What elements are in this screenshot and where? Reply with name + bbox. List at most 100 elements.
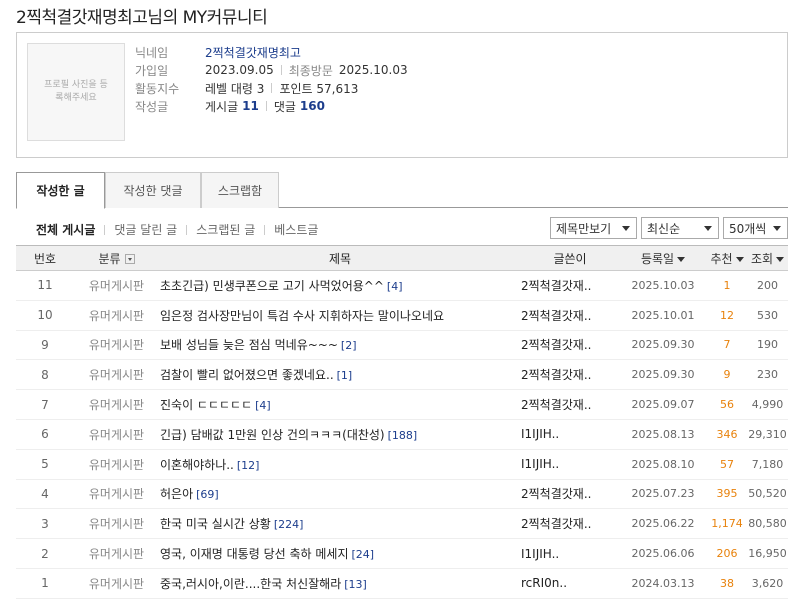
row-number: 2 <box>41 546 49 561</box>
table-row[interactable]: 9 유머게시판 보배 성님들 늦은 점심 먹네유~~~ [2] 2찍척결갓재.. 2025… <box>16 331 788 361</box>
per-page-select[interactable]: 50개씩 <box>723 217 788 239</box>
row-author[interactable]: 2찍척결갓재.. <box>521 515 619 532</box>
view-mode-select[interactable]: 제목만보기 <box>550 217 637 239</box>
post-title-link[interactable]: 진숙이 ㄷㄷㄷㄷㄷ <box>160 398 252 412</box>
row-author[interactable]: 2찍척결갓재.. <box>521 307 619 324</box>
row-author[interactable]: 2찍척결갓재.. <box>521 396 619 413</box>
row-title-cell: 임은정 검사장만님이 특검 수사 지휘하자는 말이나오네요 <box>159 307 521 324</box>
table-row[interactable]: 7 유머게시판 진숙이 ㄷㄷㄷㄷㄷ [4] 2찍척결갓재.. 2025.09.07 56 4,… <box>16 390 788 420</box>
row-title-cell: 진숙이 ㄷㄷㄷㄷㄷ [4] <box>159 396 521 413</box>
table-row[interactable]: 3 유머게시판 한국 미국 실시간 상황 [224] 2찍척결갓재.. 2025.06.2… <box>16 509 788 540</box>
tab-written-comments[interactable]: 작성한 댓글 <box>105 172 201 208</box>
header-recommend-label: 추천 <box>710 251 733 266</box>
comment-count[interactable]: [4] <box>387 280 403 293</box>
row-recommend-count: 7 <box>723 338 731 352</box>
comment-count[interactable]: [12] <box>237 459 260 472</box>
row-recommend-count: 1 <box>723 278 731 292</box>
row-category[interactable]: 유머게시판 <box>74 575 159 592</box>
filter-best-posts[interactable]: 베스트글 <box>274 221 318 238</box>
profile-row-joined: 가입일 2023.09.05 최종방문 2025.10.03 <box>135 61 408 79</box>
row-title-cell: 영국, 이재명 대통령 당선 축하 메세지 [24] <box>159 545 521 562</box>
row-date: 2025.09.07 <box>631 398 695 412</box>
joined-label: 가입일 <box>135 63 169 78</box>
table-row[interactable]: 1 유머게시판 중국,러시아,이란....한국 처신잘해라 [13] rcRI0n.. 2… <box>16 569 788 599</box>
chevron-down-icon <box>704 226 712 231</box>
row-recommend-count: 395 <box>716 487 738 501</box>
row-category[interactable]: 유머게시판 <box>74 277 159 294</box>
comment-count[interactable]: [188] <box>388 429 418 442</box>
sort-order-select[interactable]: 최신순 <box>641 217 719 239</box>
row-author[interactable]: I1IJIH.. <box>521 457 619 471</box>
row-title-cell: 이혼해야하나.. [12] <box>159 456 521 473</box>
profile-row-written: 작성글 게시글 11 댓글 160 <box>135 97 408 115</box>
row-category[interactable]: 유머게시판 <box>74 545 159 562</box>
filter-scrapped-posts[interactable]: 스크랩된 글 <box>196 221 255 238</box>
comment-count[interactable]: [69] <box>196 488 219 501</box>
row-category[interactable]: 유머게시판 <box>74 485 159 502</box>
nickname-label: 닉네임 <box>135 45 169 60</box>
row-category[interactable]: 유머게시판 <box>74 456 159 473</box>
comment-count[interactable]: [24] <box>352 548 375 561</box>
row-category[interactable]: 유머게시판 <box>74 396 159 413</box>
table-row[interactable]: 11 유머게시판 초초긴급) 민생쿠폰으로 고기 사먹었어용^^ [4] 2찍척결갓재.… <box>16 271 788 301</box>
table-row[interactable]: 8 유머게시판 검찰이 빨리 없어졌으면 좋겠네요.. [1] 2찍척결갓재.. 2025… <box>16 360 788 391</box>
post-title-link[interactable]: 영국, 이재명 대통령 당선 축하 메세지 <box>160 547 349 561</box>
row-author[interactable]: 2찍척결갓재.. <box>521 277 619 294</box>
row-author[interactable]: I1IJIH.. <box>521 547 619 561</box>
table-row[interactable]: 2 유머게시판 영국, 이재명 대통령 당선 축하 메세지 [24] I1IJIH.. 2… <box>16 539 788 569</box>
row-author[interactable]: rcRI0n.. <box>521 576 619 590</box>
row-recommend-count: 206 <box>716 547 738 561</box>
row-author[interactable]: 2찍척결갓재.. <box>521 366 619 383</box>
comment-count[interactable]: [224] <box>274 518 304 531</box>
row-date: 2025.08.10 <box>631 457 695 471</box>
header-category[interactable]: 분류 <box>74 250 159 267</box>
row-title-cell: 긴급) 담배값 1만원 인상 건의ㅋㅋㅋ(대찬성) [188] <box>159 426 521 443</box>
activity-label: 활동지수 <box>135 81 180 96</box>
post-title-link[interactable]: 검찰이 빨리 없어졌으면 좋겠네요.. <box>160 368 334 382</box>
comment-count[interactable]: [2] <box>341 339 357 352</box>
row-category[interactable]: 유머게시판 <box>74 515 159 532</box>
post-title-link[interactable]: 초초긴급) 민생쿠폰으로 고기 사먹었어용^^ <box>160 279 384 293</box>
level-value: 레벨 대령 3 <box>205 81 265 96</box>
row-category[interactable]: 유머게시판 <box>74 336 159 353</box>
comment-count[interactable]: [13] <box>344 578 367 591</box>
nickname-value[interactable]: 2찍척결갓재명최고 <box>205 44 301 61</box>
row-category[interactable]: 유머게시판 <box>74 366 159 383</box>
row-number: 7 <box>41 397 49 412</box>
row-author[interactable]: 2찍척결갓재.. <box>521 485 619 502</box>
post-title-link[interactable]: 이혼해야하나.. <box>160 458 234 472</box>
divider <box>186 224 188 235</box>
header-date[interactable]: 등록일 <box>619 250 707 267</box>
post-title-link[interactable]: 임은정 검사장만님이 특검 수사 지휘하자는 말이나오네요 <box>160 309 444 323</box>
row-category[interactable]: 유머게시판 <box>74 426 159 443</box>
row-category[interactable]: 유머게시판 <box>74 307 159 324</box>
table-row[interactable]: 4 유머게시판 허은아 [69] 2찍척결갓재.. 2025.07.23 395 50,520 <box>16 480 788 510</box>
tab-scraps[interactable]: 스크랩함 <box>201 172 279 208</box>
table-row[interactable]: 10 유머게시판 임은정 검사장만님이 특검 수사 지휘하자는 말이나오네요 2찍척결… <box>16 301 788 331</box>
header-views[interactable]: 조회 <box>747 250 788 267</box>
row-view-count: 29,310 <box>748 427 787 441</box>
post-title-link[interactable]: 허은아 <box>160 487 193 501</box>
post-title-link[interactable]: 한국 미국 실시간 상황 <box>160 517 271 531</box>
filter-commented-posts[interactable]: 댓글 달린 글 <box>114 221 177 238</box>
table-row[interactable]: 5 유머게시판 이혼해야하나.. [12] I1IJIH.. 2025.08.10 57 7,… <box>16 450 788 480</box>
chevron-down-icon <box>622 226 630 231</box>
divider <box>280 65 282 75</box>
sort-down-icon <box>735 256 744 262</box>
post-title-link[interactable]: 보배 성님들 늦은 점심 먹네유~~~ <box>160 338 338 352</box>
comments-count: 160 <box>299 99 325 113</box>
comment-count[interactable]: [1] <box>337 369 353 382</box>
post-title-link[interactable]: 중국,러시아,이란....한국 처신잘해라 <box>160 577 341 591</box>
row-author[interactable]: 2찍척결갓재.. <box>521 336 619 353</box>
post-title-link[interactable]: 긴급) 담배값 1만원 인상 건의ㅋㅋㅋ(대찬성) <box>160 428 385 442</box>
header-recommend[interactable]: 추천 <box>707 250 747 267</box>
filter-all-posts[interactable]: 전체 게시글 <box>36 221 95 238</box>
post-filter-links: 전체 게시글 댓글 달린 글 스크랩된 글 베스트글 <box>36 221 318 238</box>
comment-count[interactable]: [4] <box>255 399 271 412</box>
row-recommend-count: 12 <box>720 308 734 322</box>
tab-written-posts[interactable]: 작성한 글 <box>16 172 105 209</box>
row-number: 5 <box>41 457 49 472</box>
table-row[interactable]: 6 유머게시판 긴급) 담배값 1만원 인상 건의ㅋㅋㅋ(대찬성) [188] I1IJ… <box>16 420 788 450</box>
row-author[interactable]: I1IJIH.. <box>521 427 619 441</box>
row-number: 6 <box>41 427 49 442</box>
